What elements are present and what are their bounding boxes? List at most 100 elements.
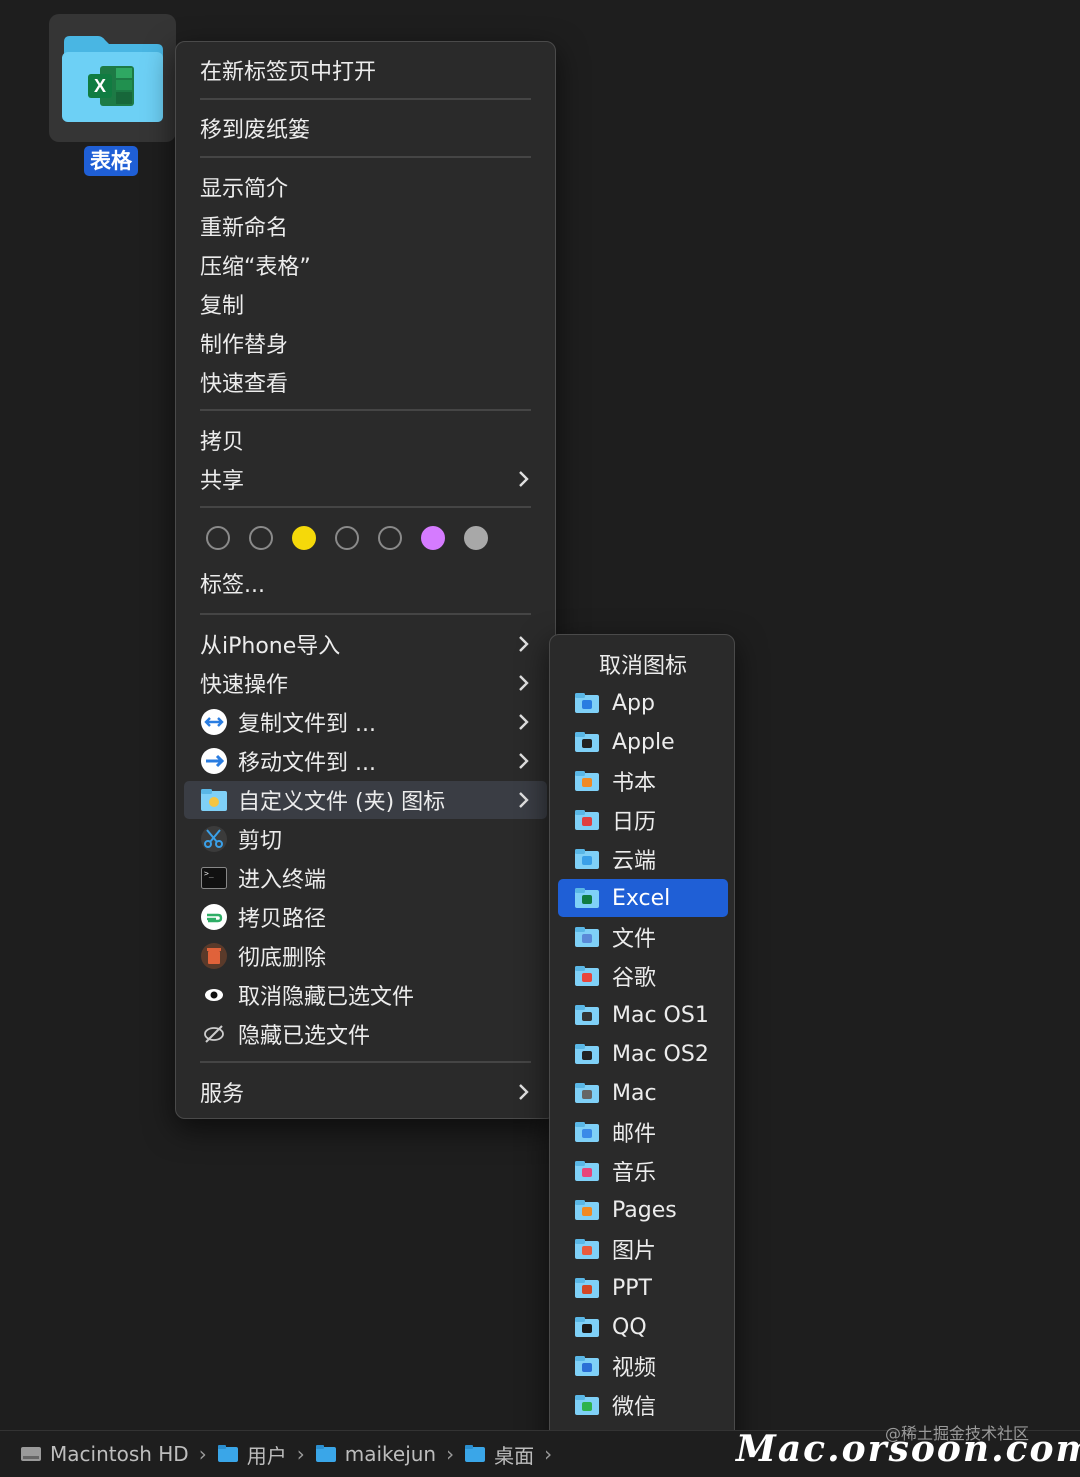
submenu-item[interactable]: 文件 bbox=[558, 918, 728, 956]
menu-tags[interactable]: 标签... bbox=[184, 564, 547, 602]
folder-icon bbox=[575, 1161, 599, 1181]
folder-icon bbox=[575, 1005, 599, 1025]
submenu-item[interactable]: 谷歌 bbox=[558, 957, 728, 995]
submenu-item[interactable]: PPT bbox=[558, 1269, 728, 1307]
menu-move-trash[interactable]: 移到废纸篓 bbox=[184, 109, 547, 147]
svg-text:>_: >_ bbox=[204, 869, 214, 878]
menu-separator bbox=[200, 156, 531, 158]
submenu-label: Mac bbox=[612, 1080, 657, 1106]
tag-color-dot[interactable] bbox=[335, 526, 359, 550]
menu-quick-actions[interactable]: 快速操作 bbox=[184, 664, 547, 702]
submenu-label: QQ bbox=[612, 1314, 647, 1340]
menu-services[interactable]: 服务 bbox=[184, 1073, 547, 1111]
menu-unhide[interactable]: 取消隐藏已选文件 bbox=[184, 976, 547, 1014]
submenu-item[interactable]: Apple bbox=[558, 723, 728, 761]
desktop-file-label[interactable]: 表格 bbox=[84, 146, 138, 176]
submenu-item[interactable]: 云端 bbox=[558, 840, 728, 878]
tag-color-dot[interactable] bbox=[249, 526, 273, 550]
menu-compress[interactable]: 压缩“表格” bbox=[184, 246, 547, 284]
folder-icon bbox=[575, 888, 599, 908]
menu-move-to[interactable]: 移动文件到 ... bbox=[184, 742, 547, 780]
folder-icon bbox=[217, 1445, 238, 1462]
submenu-item[interactable]: 视频 bbox=[558, 1347, 728, 1385]
submenu-item[interactable]: 书本 bbox=[558, 762, 728, 800]
submenu-label: Mac OS1 bbox=[612, 1002, 709, 1028]
submenu-item[interactable]: 日历 bbox=[558, 801, 728, 839]
breadcrumb-chevron-icon: › bbox=[296, 1442, 305, 1466]
path-link-icon bbox=[200, 903, 228, 931]
submenu-label: Excel bbox=[612, 885, 671, 911]
submenu-item[interactable]: 微信 bbox=[558, 1386, 728, 1424]
folder-icon bbox=[575, 1317, 599, 1337]
menu-label: 剪切 bbox=[238, 829, 283, 854]
menu-import-iphone[interactable]: 从iPhone导入 bbox=[184, 625, 547, 663]
folder-icon bbox=[575, 927, 599, 947]
menu-open-new-tab[interactable]: 在新标签页中打开 bbox=[184, 51, 547, 89]
menu-copy-to[interactable]: 复制文件到 ... bbox=[184, 703, 547, 741]
menu-label: 拷贝 bbox=[200, 430, 245, 455]
menu-make-alias[interactable]: 制作替身 bbox=[184, 324, 547, 362]
breadcrumb-label: 用户 bbox=[246, 1443, 287, 1468]
tag-color-dot[interactable] bbox=[378, 526, 402, 550]
submenu-label: 邮件 bbox=[612, 1122, 657, 1147]
copy-arrows-icon bbox=[200, 708, 228, 736]
breadcrumb[interactable]: maikejun › bbox=[315, 1442, 454, 1466]
folder-icon bbox=[575, 1083, 599, 1103]
chevron-right-icon bbox=[519, 675, 529, 691]
breadcrumb[interactable]: Macintosh HD › bbox=[20, 1442, 207, 1466]
menu-rename[interactable]: 重新命名 bbox=[184, 207, 547, 245]
terminal-icon: >_ bbox=[200, 864, 228, 892]
submenu-item[interactable]: Mac OS2 bbox=[558, 1035, 728, 1073]
tag-color-dot[interactable] bbox=[421, 526, 445, 550]
menu-label: 彻底删除 bbox=[238, 946, 327, 971]
desktop-file-icon[interactable]: X bbox=[49, 14, 176, 142]
submenu-item[interactable]: App bbox=[558, 684, 728, 722]
chevron-right-icon bbox=[519, 1084, 529, 1100]
menu-label: 自定义文件 (夹) 图标 bbox=[238, 790, 446, 815]
tag-color-dot[interactable] bbox=[292, 526, 316, 550]
chevron-right-icon bbox=[519, 792, 529, 808]
menu-separator bbox=[200, 409, 531, 411]
menu-label: 进入终端 bbox=[238, 868, 327, 893]
menu-label: 隐藏已选文件 bbox=[238, 1024, 371, 1049]
menu-separator bbox=[200, 506, 531, 508]
submenu-label: 视频 bbox=[612, 1356, 657, 1381]
submenu-item[interactable]: Pages bbox=[558, 1191, 728, 1229]
menu-label: 标签... bbox=[200, 573, 265, 598]
menu-hide[interactable]: 隐藏已选文件 bbox=[184, 1015, 547, 1053]
submenu-item[interactable]: Mac OS1 bbox=[558, 996, 728, 1034]
menu-terminal[interactable]: >_ 进入终端 bbox=[184, 859, 547, 897]
menu-get-info[interactable]: 显示简介 bbox=[184, 168, 547, 206]
submenu-item[interactable]: 音乐 bbox=[558, 1152, 728, 1190]
breadcrumb[interactable]: 桌面 › bbox=[464, 1440, 552, 1469]
menu-duplicate[interactable]: 复制 bbox=[184, 285, 547, 323]
submenu-label: 微信 bbox=[612, 1395, 657, 1420]
submenu-remove-icon[interactable]: 取消图标 bbox=[558, 645, 728, 683]
submenu-item[interactable]: Mac bbox=[558, 1074, 728, 1112]
menu-label: 移动文件到 ... bbox=[238, 751, 376, 776]
menu-share[interactable]: 共享 bbox=[184, 460, 547, 498]
menu-custom-icon[interactable]: 自定义文件 (夹) 图标 bbox=[184, 781, 547, 819]
menu-copy-path[interactable]: 拷贝路径 bbox=[184, 898, 547, 936]
menu-label: 制作替身 bbox=[200, 333, 289, 358]
folder-icon bbox=[575, 1278, 599, 1298]
submenu-label: PPT bbox=[612, 1275, 652, 1301]
submenu-item[interactable]: Excel bbox=[558, 879, 728, 917]
tag-color-dot[interactable] bbox=[464, 526, 488, 550]
breadcrumb-chevron-icon: › bbox=[198, 1442, 207, 1466]
folder-icon bbox=[315, 1445, 336, 1462]
menu-copy[interactable]: 拷贝 bbox=[184, 421, 547, 459]
submenu-item[interactable]: QQ bbox=[558, 1308, 728, 1346]
submenu-label: 取消图标 bbox=[598, 654, 687, 679]
breadcrumb[interactable]: 用户 › bbox=[217, 1440, 305, 1469]
menu-delete-permanently[interactable]: 彻底删除 bbox=[184, 937, 547, 975]
breadcrumb-label: maikejun bbox=[344, 1442, 437, 1466]
folder-icon bbox=[575, 1200, 599, 1220]
submenu-item[interactable]: 图片 bbox=[558, 1230, 728, 1268]
tag-color-dot[interactable] bbox=[206, 526, 230, 550]
submenu-item[interactable]: 邮件 bbox=[558, 1113, 728, 1151]
menu-cut[interactable]: 剪切 bbox=[184, 820, 547, 858]
breadcrumb-chevron-icon: › bbox=[446, 1442, 455, 1466]
menu-label: 拷贝路径 bbox=[238, 907, 327, 932]
menu-quick-look[interactable]: 快速查看 bbox=[184, 363, 547, 401]
